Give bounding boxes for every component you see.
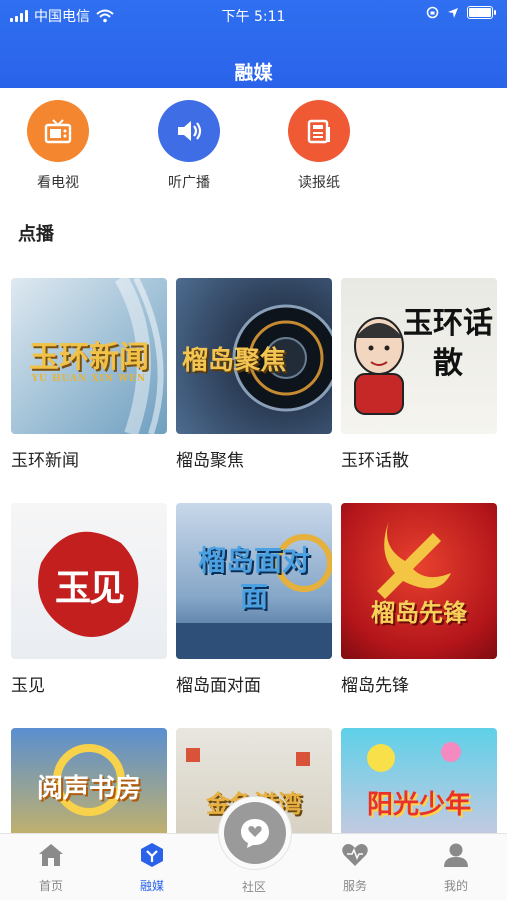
quick-label: 听广播: [168, 175, 210, 191]
quick-label: 读报纸: [298, 175, 340, 191]
page-title: 融媒: [234, 62, 273, 84]
card-thumbnail: 玉见: [11, 503, 167, 659]
tab-label: 服务: [342, 879, 367, 893]
card-yuhuan-talk[interactable]: 玉环话散 玉环话散: [341, 278, 497, 471]
newspaper-icon: [288, 100, 350, 162]
card-liudao-face-to-face[interactable]: 榴岛面对面 榴岛面对面: [176, 503, 332, 696]
card-title: 玉见: [11, 676, 45, 696]
orientation-lock-icon: [426, 6, 439, 19]
card-title: 榴岛聚焦: [176, 451, 244, 471]
card-title: 榴岛面对面: [176, 676, 261, 696]
card-art-text: 玉见: [54, 567, 125, 609]
tab-home[interactable]: 首页: [21, 842, 81, 894]
tv-icon: [27, 100, 89, 162]
quick-item-tv[interactable]: 看电视: [13, 100, 103, 192]
status-bar: 中国电信 下午 5:11: [0, 0, 507, 30]
card-title: 玉环话散: [341, 451, 409, 471]
card-liudao-pioneer[interactable]: 榴岛先锋 榴岛先锋: [341, 503, 497, 696]
status-right: [426, 6, 496, 19]
card-thumbnail: 榴岛面对面: [176, 503, 332, 659]
card-yuhuan-news[interactable]: 玉环新闻 YU HUAN XIN WEN 玉环新闻: [11, 278, 167, 471]
tab-media[interactable]: 融媒: [122, 842, 182, 894]
card-art-text: 阳光少年: [366, 790, 471, 820]
quick-item-radio[interactable]: 听广播: [144, 100, 234, 192]
quick-label: 看电视: [37, 175, 79, 191]
card-art-text: 榴岛先锋: [371, 598, 467, 627]
card-art-text: 玉环新闻: [29, 340, 149, 375]
quick-item-newspaper[interactable]: 读报纸: [274, 100, 364, 192]
app-screen: 中国电信 下午 5:11 融媒 看电视 听广播 读报纸 点播 玉环新闻 YU H…: [0, 0, 507, 900]
card-thumbnail: 榴岛聚焦: [176, 278, 332, 434]
tab-bar: 首页 融媒 社区 服务 我的: [0, 796, 507, 900]
speaker-icon: [158, 100, 220, 162]
card-art-text: 玉环话散: [403, 306, 493, 381]
tab-label: 我的: [443, 879, 468, 893]
tab-label: 融媒: [139, 879, 164, 893]
tab-community-label[interactable]: 社区: [224, 878, 284, 895]
tab-community[interactable]: [218, 796, 292, 870]
card-title: 榴岛先锋: [341, 676, 409, 696]
card-title: 玉环新闻: [11, 451, 79, 471]
card-art-text: 榴岛聚焦: [182, 346, 287, 376]
heart-icon: [342, 844, 368, 866]
community-icon: [224, 802, 286, 864]
tab-services[interactable]: 服务: [325, 842, 385, 894]
card-thumbnail: 玉环话散: [341, 278, 497, 434]
tab-mine[interactable]: 我的: [426, 842, 486, 894]
top-header: 中国电信 下午 5:11 融媒: [0, 0, 507, 88]
card-liudao-focus[interactable]: 榴岛聚焦 榴岛聚焦: [176, 278, 332, 471]
user-icon: [444, 843, 468, 867]
section-title: 点播: [18, 224, 54, 245]
tab-label: 首页: [38, 879, 63, 893]
quick-entries: 看电视 听广播 读报纸: [0, 100, 507, 200]
media-icon: [141, 843, 163, 867]
card-art-subtitle: YU HUAN XIN WEN: [31, 374, 147, 384]
location-icon: [448, 7, 458, 18]
card-thumbnail: 榴岛先锋: [341, 503, 497, 659]
home-icon: [39, 844, 63, 866]
tab-label: 社区: [241, 880, 266, 894]
card-art-text: 榴岛面对面: [197, 544, 310, 613]
battery-icon: [467, 6, 496, 19]
card-yujian[interactable]: 玉见 玉见: [11, 503, 167, 696]
card-art-text: 阅声书房: [36, 774, 141, 804]
card-thumbnail: 玉环新闻 YU HUAN XIN WEN: [11, 278, 167, 434]
